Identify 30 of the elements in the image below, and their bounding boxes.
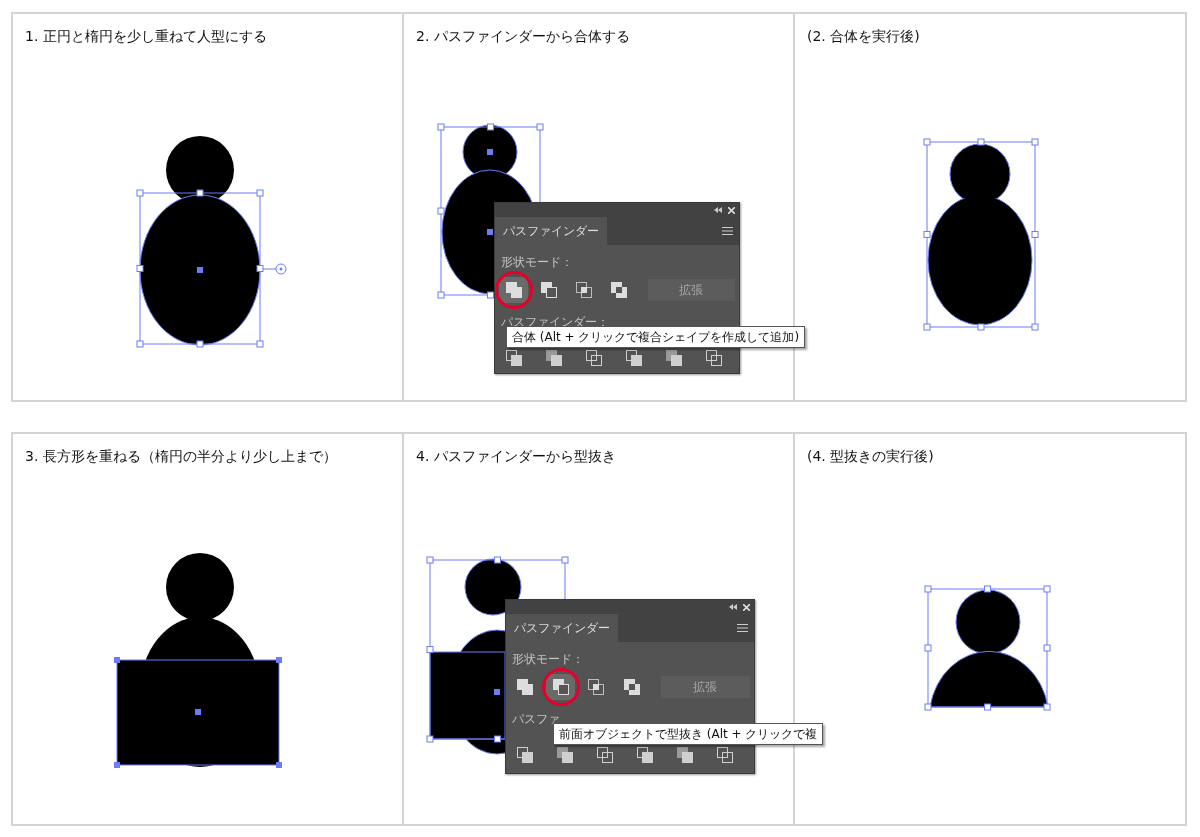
menu-icon[interactable] bbox=[722, 227, 733, 235]
shape-mode-icon[interactable] bbox=[499, 277, 529, 303]
close-icon[interactable] bbox=[728, 206, 735, 214]
step-caption: 4. パスファインダーから型抜き bbox=[416, 447, 616, 466]
step-caption: 2. パスファインダーから合体する bbox=[416, 27, 630, 46]
rotate-handle-icon[interactable] bbox=[262, 263, 287, 275]
center-point bbox=[195, 709, 201, 715]
center-point bbox=[494, 689, 500, 695]
section-label: 形状モード： bbox=[511, 651, 585, 668]
highlight-circle bbox=[495, 271, 533, 309]
menu-icon[interactable] bbox=[737, 624, 748, 632]
tooltip: 合体 (Alt + クリックで複合シェイプを作成して追加) bbox=[506, 326, 806, 348]
step-caption: 3. 長方形を重ねる（楕円の半分より少し上まで） bbox=[25, 447, 337, 466]
center-point bbox=[487, 149, 493, 155]
step-caption: (4. 型抜きの実行後) bbox=[807, 447, 934, 466]
panel-tab[interactable]: パスファインダー bbox=[506, 614, 618, 642]
collapse-icon[interactable] bbox=[729, 604, 737, 610]
step-caption: (2. 合体を実行後) bbox=[807, 27, 920, 46]
close-icon[interactable] bbox=[743, 603, 750, 611]
center-point bbox=[197, 267, 203, 273]
center-point bbox=[487, 229, 493, 235]
highlight-circle bbox=[542, 668, 580, 706]
selection-box[interactable] bbox=[136, 189, 264, 348]
selection-handles[interactable] bbox=[114, 657, 282, 768]
step-caption: 1. 正円と楕円を少し重ねて人型にする bbox=[25, 27, 267, 46]
tooltip: 前面オブジェクトで型抜き (Alt + クリックで複 bbox=[553, 723, 824, 745]
shape-mode-icon[interactable] bbox=[545, 674, 576, 700]
collapse-icon[interactable] bbox=[714, 207, 722, 213]
panel-tab[interactable]: パスファインダー bbox=[495, 217, 607, 245]
section-label: 形状モード： bbox=[500, 254, 574, 271]
